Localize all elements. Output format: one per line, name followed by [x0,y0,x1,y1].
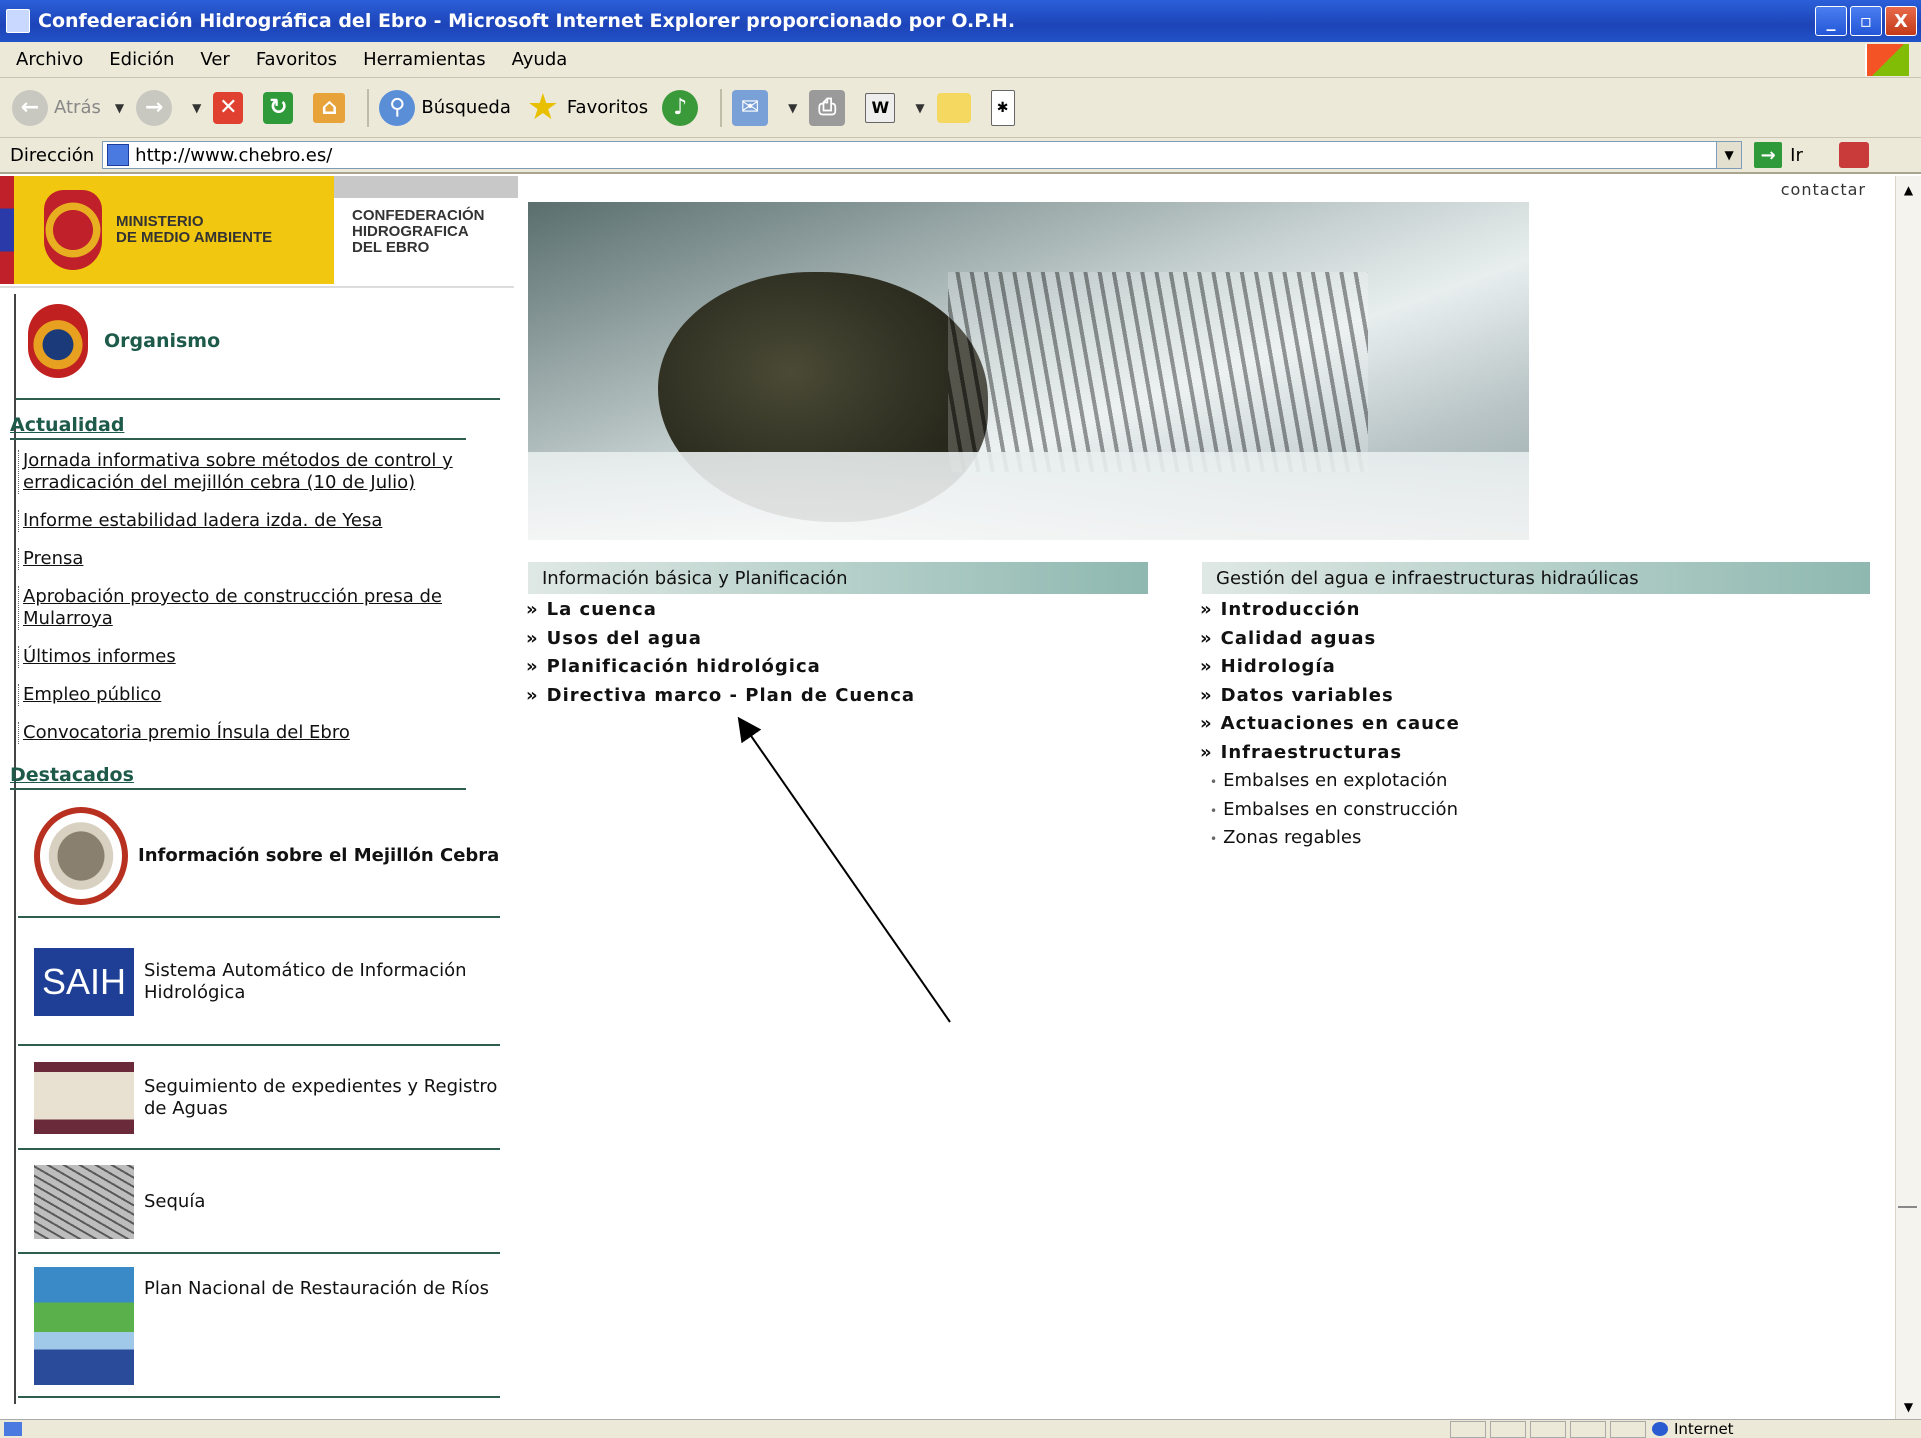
menu-favoritos[interactable]: Favoritos [256,49,337,70]
search-button[interactable]: ⚲ Búsqueda [379,89,511,126]
edit-button[interactable]: W [865,92,901,123]
folder-button[interactable] [936,92,977,123]
address-input[interactable]: http://www.chebro.es/ ▼ [102,141,1743,169]
scroll-down-icon[interactable]: ▼ [1896,1397,1921,1417]
go-arrow-icon: → [1754,142,1783,168]
stop-icon: ✕ [213,91,244,124]
back-label: Atrás [54,97,101,118]
status-pane [1530,1421,1566,1438]
scroll-thumb[interactable] [1898,236,1917,1208]
security-zone: Internet [1652,1420,1734,1438]
address-url: http://www.chebro.es/ [135,144,333,166]
status-pane [1450,1421,1486,1438]
minimize-button[interactable]: _ [1815,6,1847,36]
address-bar: Dirección http://www.chebro.es/ ▼ → Ir [0,138,1921,174]
ie-page-icon [6,9,30,33]
globe-icon [1652,1422,1668,1436]
status-panes [1450,1421,1646,1438]
close-button[interactable]: X [1885,6,1917,36]
media-button[interactable]: ♪ [662,89,704,126]
print-button[interactable]: ⎙ [809,89,851,126]
toolbar: ← Atrás ▼ → ▼ ✕ ↻ ⌂ ⚲ Búsqueda ★ Favorit… [0,78,1921,138]
mail-button[interactable]: ✉ [732,89,774,126]
forward-dropdown-icon[interactable]: ▼ [192,101,201,115]
window-controls: _ ▫ X [1815,6,1917,36]
stop-button[interactable]: ✕ [213,91,249,124]
favorites-button[interactable]: ★ Favoritos [525,87,649,128]
search-label: Búsqueda [421,97,511,118]
extension-icon[interactable] [1838,142,1869,168]
home-button[interactable]: ⌂ [313,92,351,123]
mail-dropdown-icon[interactable]: ▼ [788,101,797,115]
notepad-button[interactable]: ✱ [990,89,1021,126]
edit-dropdown-icon[interactable]: ▼ [915,101,924,115]
forward-arrow-icon: → [136,89,173,126]
maximize-button[interactable]: ▫ [1850,6,1882,36]
menu-ver[interactable]: Ver [200,49,229,70]
home-icon: ⌂ [313,92,346,123]
forward-button[interactable]: → [136,89,178,126]
star-icon: ★ [526,87,559,128]
media-icon: ♪ [662,89,699,126]
toolbar-separator [367,88,370,127]
page-status-icon [4,1422,22,1436]
zone-label: Internet [1674,1420,1734,1438]
refresh-icon: ↻ [263,91,294,124]
printer-icon: ⎙ [809,89,846,126]
mail-icon: ✉ [732,89,769,126]
title-bar: Confederación Hidrográfica del Ebro - Mi… [0,0,1921,42]
search-icon: ⚲ [379,89,416,126]
menu-archivo[interactable]: Archivo [16,49,83,70]
menu-ayuda[interactable]: Ayuda [512,49,568,70]
back-arrow-icon: ← [12,89,48,126]
word-icon: W [865,92,896,123]
status-pane [1490,1421,1526,1438]
status-bar: Internet [0,1419,1921,1438]
status-pane [1610,1421,1646,1438]
address-label: Dirección [10,144,95,166]
folder-icon [936,92,971,123]
window-title: Confederación Hidrográfica del Ebro - Mi… [38,10,1016,32]
address-dropdown-icon[interactable]: ▼ [1716,142,1742,168]
refresh-button[interactable]: ↻ [263,91,299,124]
page-icon [107,144,130,166]
vertical-scrollbar[interactable]: ▲ ▼ [1895,176,1921,1419]
menu-herramientas[interactable]: Herramientas [363,49,486,70]
back-button[interactable]: ← Atrás [12,89,101,126]
back-dropdown-icon[interactable]: ▼ [115,101,124,115]
windows-logo-icon [1865,44,1909,76]
menu-edicion[interactable]: Edición [109,49,174,70]
status-pane [1570,1421,1606,1438]
go-button[interactable]: → Ir [1754,142,1803,168]
annotation-arrow [737,716,951,1023]
toolbar-separator [720,88,723,127]
scroll-up-icon[interactable]: ▲ [1896,180,1921,200]
menu-bar: Archivo Edición Ver Favoritos Herramient… [0,42,1921,78]
page-content: MINISTERIO DE MEDIO AMBIENTE CONFEDERACI… [0,176,1896,1419]
notepad-icon: ✱ [990,89,1015,126]
go-label: Ir [1790,144,1803,166]
favorites-label: Favoritos [566,97,649,118]
